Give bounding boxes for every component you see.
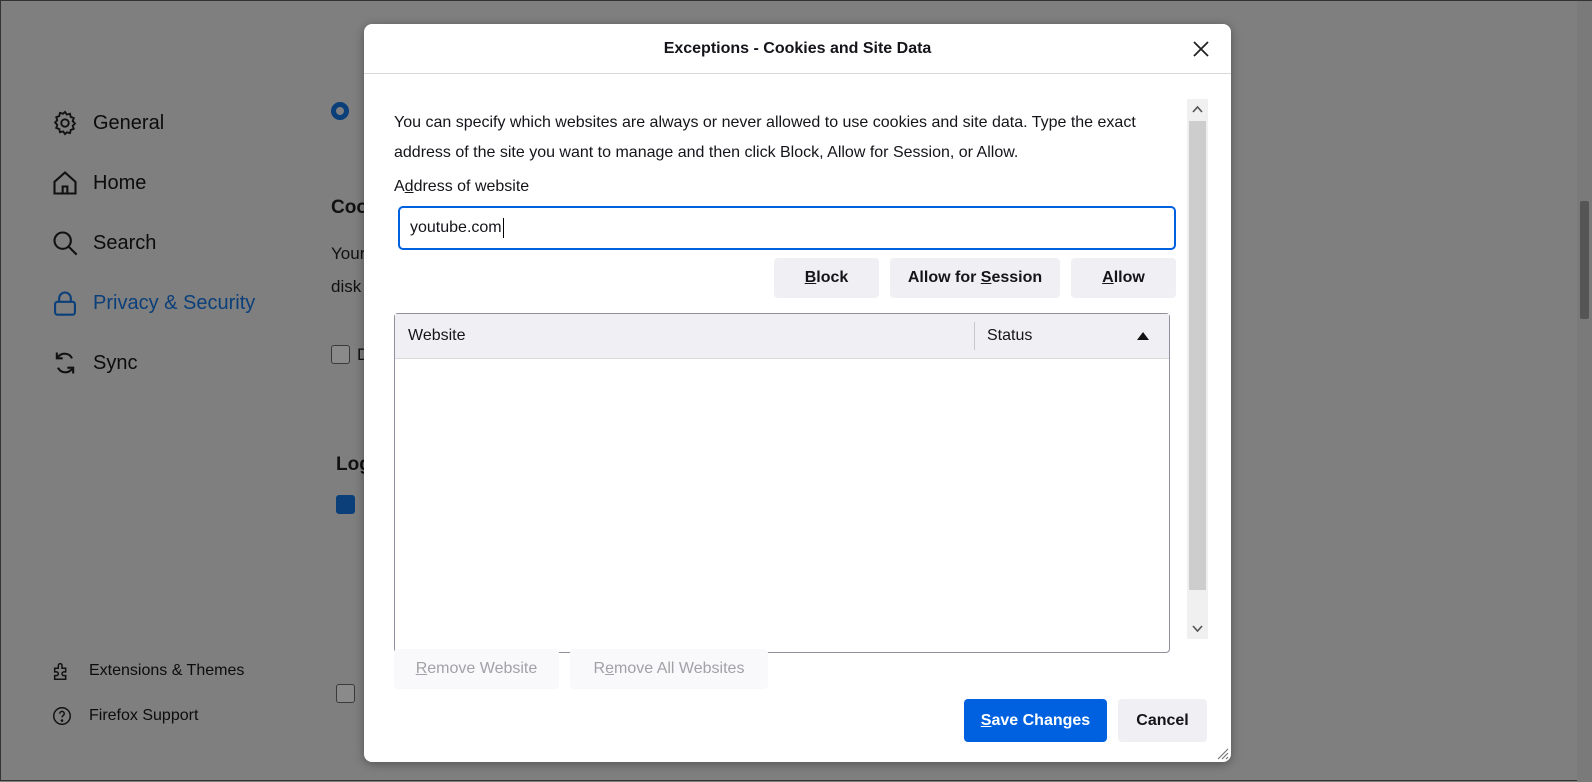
checkbox[interactable]: [336, 684, 355, 703]
dialog-scrollbar[interactable]: [1187, 99, 1208, 639]
address-label: Address of website: [394, 178, 530, 195]
sidebar-item-general[interactable]: General: [51, 109, 164, 137]
sidebar-item-privacy-security[interactable]: Privacy & Security: [51, 289, 255, 317]
sidebar-item-sync[interactable]: Sync: [51, 349, 137, 377]
sidebar-item-firefox-support[interactable]: Firefox Support: [51, 705, 198, 727]
dialog-title: Exceptions - Cookies and Site Data: [364, 24, 1231, 74]
sidebar-item-extensions-themes[interactable]: Extensions & Themes: [51, 660, 244, 682]
sidebar-item-label: Sync: [93, 351, 138, 374]
save-changes-button[interactable]: Save Changes: [964, 699, 1107, 742]
scroll-down-icon[interactable]: [1192, 625, 1203, 633]
checkbox[interactable]: [331, 345, 350, 364]
allow-button[interactable]: Allow: [1071, 258, 1176, 298]
exceptions-table[interactable]: Website Status: [394, 313, 1170, 653]
lock-icon: [54, 291, 76, 316]
section-text: Your: [331, 244, 366, 263]
checkbox-checked[interactable]: [336, 495, 355, 514]
sidebar-item-label: Firefox Support: [89, 707, 199, 724]
puzzle-icon: [53, 662, 67, 680]
dialog-scrollbar-thumb[interactable]: [1189, 121, 1206, 590]
section-heading-cookies: Coo: [331, 197, 368, 218]
address-input[interactable]: youtube.com: [398, 206, 1176, 250]
sidebar-item-label: Search: [93, 231, 157, 254]
sidebar-item-home[interactable]: Home: [51, 169, 146, 197]
column-header-status[interactable]: Status: [987, 327, 1032, 345]
page-scrollbar[interactable]: [1577, 1, 1592, 782]
resize-grip-icon[interactable]: [1213, 744, 1229, 760]
column-header-website[interactable]: Website: [408, 327, 466, 345]
search-icon: [53, 231, 78, 256]
scroll-up-icon[interactable]: [1192, 105, 1203, 113]
sidebar-item-label: Privacy & Security: [93, 291, 256, 314]
sidebar-item-label: Extensions & Themes: [89, 662, 245, 679]
cancel-button[interactable]: Cancel: [1118, 699, 1207, 742]
sidebar-item-search[interactable]: Search: [51, 229, 156, 257]
sort-ascending-icon: [1137, 332, 1149, 340]
close-icon[interactable]: [1189, 37, 1213, 61]
exceptions-dialog: Exceptions - Cookies and Site Data You c…: [364, 24, 1231, 762]
remove-website-button[interactable]: Remove Website: [394, 649, 559, 689]
section-text: disk: [331, 277, 362, 296]
allow-for-session-button[interactable]: Allow for Session: [890, 258, 1060, 298]
home-icon: [53, 171, 77, 195]
help-icon: [53, 707, 71, 725]
page-scrollbar-thumb[interactable]: [1580, 201, 1589, 319]
column-divider: [974, 322, 975, 350]
table-header: Website Status: [395, 314, 1169, 359]
radio-button[interactable]: [331, 102, 349, 120]
gear-icon: [53, 110, 77, 136]
sidebar-item-label: Home: [93, 171, 147, 194]
sync-icon: [55, 352, 75, 374]
block-button[interactable]: Block: [774, 258, 879, 298]
sidebar-item-label: General: [93, 111, 165, 134]
remove-all-websites-button[interactable]: Re move All Websites: [570, 649, 768, 689]
dialog-description: You can specify which websites are alway…: [394, 114, 1136, 161]
